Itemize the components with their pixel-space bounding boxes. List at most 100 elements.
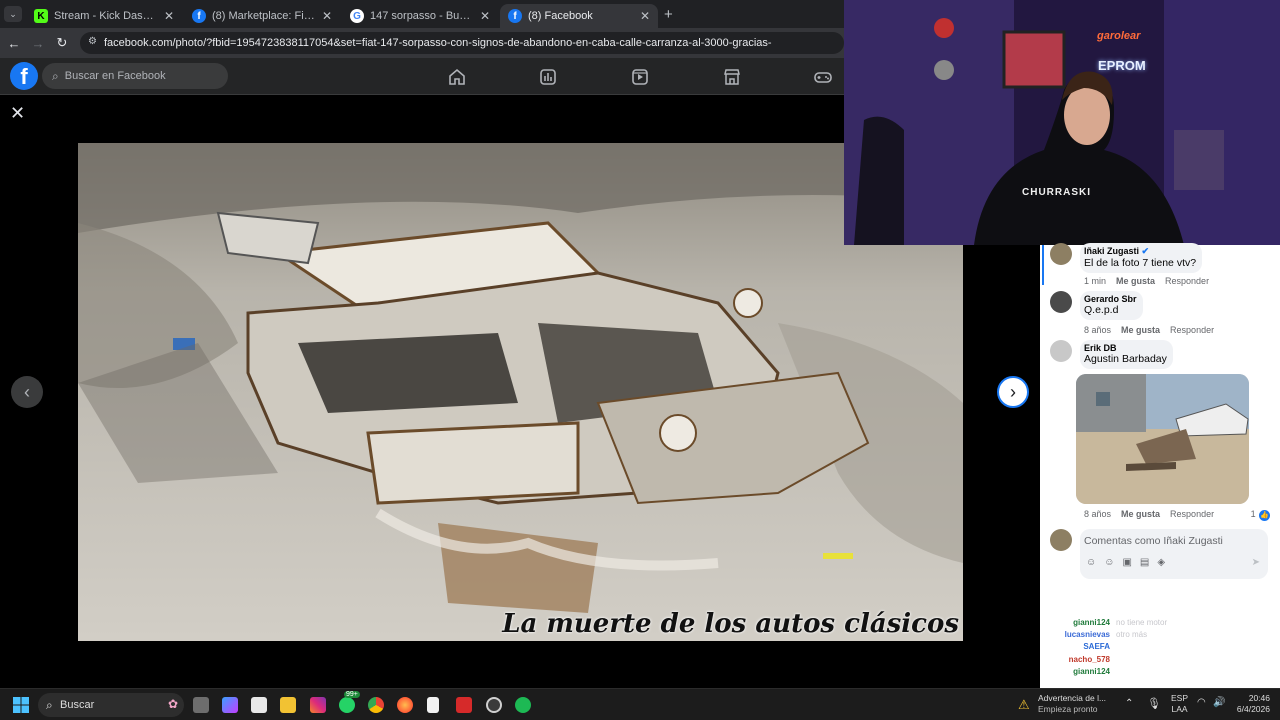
new-tab-button[interactable]: +	[664, 6, 673, 23]
comment-text: El de la foto 7 tiene vtv?	[1084, 257, 1197, 269]
marketplace-icon[interactable]	[722, 67, 742, 87]
send-icon[interactable]: ➤	[1252, 557, 1260, 568]
volume-icon[interactable]: 🔊	[1213, 697, 1225, 708]
firefox-icon[interactable]	[397, 697, 413, 713]
comment-text: Q.e.p.d	[1084, 304, 1119, 316]
comment-composer[interactable]: Comentas como Iñaki Zugasti ☺☺▣▤◈ ➤	[1080, 529, 1268, 579]
composer-tools: ☺☺▣▤◈	[1086, 557, 1173, 568]
avatar-sticker-icon[interactable]: ☺	[1086, 557, 1104, 568]
store-icon[interactable]	[251, 697, 267, 713]
weather-widget[interactable]: Advertencia de l... Empieza pronto	[1038, 693, 1106, 715]
close-tab-icon[interactable]: ✕	[322, 9, 332, 23]
avatar[interactable]	[1050, 291, 1072, 313]
like-link[interactable]: Me gusta	[1116, 276, 1155, 286]
verified-badge-icon: ✔	[1141, 246, 1150, 256]
camera-icon[interactable]: ▣	[1122, 557, 1139, 568]
language-indicator[interactable]: ESP LAA	[1171, 693, 1188, 715]
back-arrow-icon[interactable]: ←	[2, 36, 26, 51]
comment-bubble: Gerardo Sbr Q.e.p.d	[1080, 291, 1143, 320]
instagram-icon[interactable]	[310, 697, 326, 713]
like-link[interactable]: Me gusta	[1121, 325, 1160, 335]
facebook-header: f ⌕ Buscar en Facebook	[0, 58, 844, 95]
tab-kick-dashboard[interactable]: K Stream - Kick Dashboard ✕	[26, 4, 182, 28]
taskbar-search[interactable]: ⌕ Buscar ✿	[38, 693, 184, 717]
tab-facebook-active[interactable]: f (8) Facebook ✕	[500, 4, 658, 28]
facebook-search-input[interactable]: ⌕ Buscar en Facebook	[42, 63, 228, 89]
gaming-icon[interactable]	[813, 67, 833, 87]
comment-bubble: Erik DB Agustin Barbaday	[1080, 340, 1173, 369]
tab-google-search[interactable]: G 147 sorpasso - Buscar con Google ✕	[342, 4, 498, 28]
close-tab-icon[interactable]: ✕	[164, 9, 174, 23]
file-explorer-icon[interactable]	[280, 697, 296, 713]
photo-caption: La muerte de los autos clásicos	[502, 609, 959, 639]
avatar[interactable]	[1050, 243, 1072, 265]
webcam-overlay: garolear EPROM CHURRASKI	[844, 0, 1280, 245]
copilot-icon[interactable]	[222, 697, 238, 713]
facebook-icon: f	[192, 9, 206, 23]
video-icon[interactable]	[630, 67, 650, 87]
forward-arrow-icon[interactable]: →	[26, 36, 50, 51]
comment-photo-image	[1076, 374, 1249, 504]
chrome-icon[interactable]	[368, 697, 384, 713]
clock[interactable]: 20:46 6/4/2026	[1234, 693, 1270, 715]
wrecked-car-photo: La muerte de los autos clásicos	[78, 143, 963, 641]
comment-bubble: Iñaki Zugasti ✔ El de la foto 7 tiene vt…	[1080, 243, 1203, 273]
comment-author[interactable]: Erik DB	[1084, 343, 1167, 353]
facebook-icon: f	[508, 9, 522, 23]
chevron-up-icon[interactable]: ⌃	[1125, 698, 1133, 709]
gif-icon[interactable]: ▤	[1140, 557, 1157, 568]
kick-icon: K	[34, 9, 48, 23]
wifi-icon[interactable]: ◠	[1197, 697, 1206, 708]
reload-icon[interactable]: ↻	[50, 35, 74, 51]
close-tab-icon[interactable]: ✕	[480, 9, 490, 23]
search-icon: ⌕	[52, 68, 59, 83]
windows-start-icon[interactable]	[13, 697, 29, 713]
previous-photo-button[interactable]: ‹	[11, 376, 43, 408]
comment-author[interactable]: Gerardo Sbr	[1084, 294, 1137, 304]
address-bar-row: ← → ↻ ⚙ facebook.com/photo/?fbid=1954723…	[0, 28, 844, 58]
obs-icon[interactable]	[486, 697, 502, 713]
shirt-text: CHURRASKI	[1022, 187, 1091, 198]
reply-link[interactable]: Responder	[1170, 509, 1214, 519]
search-highlight-icon: ✿	[167, 697, 178, 711]
google-icon: G	[350, 9, 364, 23]
task-view-icon[interactable]	[193, 697, 209, 713]
url-field[interactable]: ⚙ facebook.com/photo/?fbid=1954723838117…	[80, 32, 844, 54]
windows-taskbar: ⌕ Buscar ✿ 99+ ⚠ Advertencia de l... Emp…	[0, 688, 1280, 720]
comment-meta: 8 años Me gusta Responder 1 👍	[1084, 509, 1271, 521]
microphone-icon[interactable]: 🎙	[1147, 697, 1161, 710]
comment-meta: 8 años Me gusta Responder	[1084, 325, 1215, 335]
current-user-avatar[interactable]	[1050, 529, 1072, 551]
emoji-icon[interactable]: ☺	[1104, 557, 1122, 568]
comment-attached-photo[interactable]	[1076, 374, 1249, 504]
like-reaction-icon: 👍	[1259, 510, 1271, 521]
site-info-icon[interactable]: ⚙	[88, 36, 97, 47]
close-tab-icon[interactable]: ✕	[640, 9, 650, 23]
whatsapp-icon[interactable]	[339, 697, 355, 713]
close-icon[interactable]: ✕	[10, 103, 25, 124]
home-icon[interactable]	[447, 67, 467, 87]
sticker-icon[interactable]: ◈	[1157, 557, 1173, 568]
reaction-count[interactable]: 1	[1251, 509, 1256, 519]
new-comment-indicator	[1042, 245, 1044, 285]
search-icon: ⌕	[46, 698, 53, 712]
facebook-logo-icon[interactable]: f	[10, 62, 38, 90]
browser-tab-bar: ⌄ K Stream - Kick Dashboard ✕ f (8) Mark…	[0, 0, 844, 28]
like-link[interactable]: Me gusta	[1121, 509, 1160, 519]
document-icon[interactable]	[427, 697, 439, 713]
tab-search-button[interactable]: ⌄	[4, 6, 22, 22]
comment-author[interactable]: Iñaki Zugasti ✔	[1084, 246, 1196, 257]
reply-link[interactable]: Responder	[1165, 276, 1209, 286]
feed-icon[interactable]	[538, 67, 558, 87]
comment-input-placeholder: Comentas como Iñaki Zugasti	[1084, 535, 1223, 547]
app-icon[interactable]	[456, 697, 472, 713]
reply-link[interactable]: Responder	[1170, 325, 1214, 335]
avatar[interactable]	[1050, 340, 1072, 362]
spotify-icon[interactable]	[515, 697, 531, 713]
warning-icon: ⚠	[1018, 697, 1030, 712]
streamer-webcam-image	[844, 0, 1280, 245]
notification-badge: 99+	[344, 691, 360, 698]
comment-meta: 1 min Me gusta Responder	[1084, 276, 1210, 286]
next-photo-button[interactable]: ›	[997, 376, 1029, 408]
tab-marketplace[interactable]: f (8) Marketplace: Fiat 147 sorpasso ✕	[184, 4, 340, 28]
